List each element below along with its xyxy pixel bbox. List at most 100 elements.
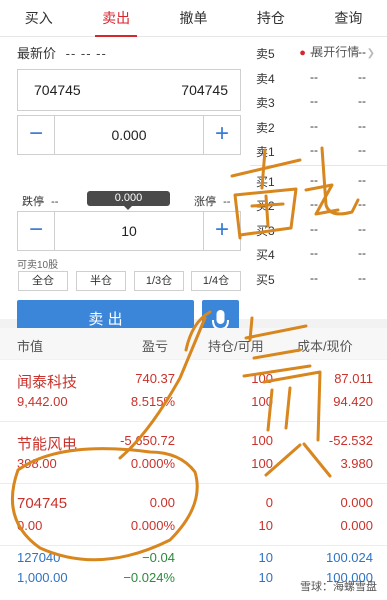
stock-code-input[interactable]: 704745 704745 — [17, 69, 241, 111]
header-position[interactable]: 持仓/可用 — [208, 336, 264, 355]
holding-pl-pct: −0.024% — [123, 570, 175, 585]
quote-row: 买2 -- -- — [250, 192, 387, 217]
header-cost-price[interactable]: 成本/现价 — [297, 336, 353, 355]
quote-volume: -- — [358, 94, 366, 108]
quantity-plus-button[interactable]: + — [203, 212, 240, 250]
quote-price: -- — [310, 197, 318, 211]
holding-position: 100 — [251, 433, 273, 448]
holding-pl-pct: 0.000% — [130, 518, 175, 533]
price-minus-button[interactable]: − — [18, 116, 55, 154]
price-input[interactable]: 0.000 — [55, 116, 203, 154]
sellable-text: 可卖10股 — [17, 260, 59, 271]
quantity-stepper: − 10 + — [17, 211, 241, 251]
quote-volume: -- — [358, 270, 366, 285]
holding-value: 398.00 — [17, 456, 57, 471]
third-position-button[interactable]: 1/3仓 — [134, 271, 184, 291]
holding-pl-pct: 0.000% — [130, 456, 175, 471]
quote-name: 买5 — [256, 272, 275, 287]
price-plus-button[interactable]: + — [203, 116, 240, 154]
holding-name: 闻泰科技 — [17, 374, 78, 391]
header-market-value[interactable]: 市值 — [17, 336, 43, 355]
holding-cost: 0.000 — [340, 495, 373, 510]
quote-price: -- — [310, 118, 318, 133]
holding-cost: -52.532 — [328, 433, 373, 448]
holding-price: 0.000 — [340, 518, 373, 533]
quantity-minus-button[interactable]: − — [18, 212, 55, 250]
holding-pl: 0.00 — [149, 495, 175, 510]
latest-price: 最新价 -- -- -- — [17, 43, 107, 62]
quote-divider — [250, 164, 387, 166]
holding-pl: −0.04 — [142, 550, 175, 565]
quote-row: 卖3 -- -- — [250, 89, 387, 114]
holding-name: 节能风电 — [17, 436, 78, 453]
quote-row: 买4 -- -- — [250, 241, 387, 266]
stock-code-right: 704745 — [181, 82, 228, 98]
quote-row: 买5 -- -- — [250, 266, 387, 291]
quarter-position-button[interactable]: 1/4仓 — [191, 271, 241, 291]
latest-price-value: -- -- -- — [65, 46, 107, 61]
holding-pl-pct: 8.515% — [130, 394, 175, 409]
tab-cancel[interactable]: 撤单 — [155, 0, 232, 36]
limit-up-value: -- — [223, 196, 231, 208]
holding-cost: 100.024 — [326, 550, 373, 565]
holding-cost: 87.011 — [334, 371, 373, 386]
limit-up: 涨停 -- — [194, 193, 230, 209]
quote-volume: -- — [358, 246, 366, 260]
quote-price: -- — [310, 221, 318, 236]
header-profit-loss[interactable]: 盈亏 — [142, 336, 168, 355]
quote-price: -- — [310, 94, 318, 108]
holding-value: 0.00 — [17, 518, 43, 533]
holding-available: 100 — [251, 456, 273, 471]
price-stepper: − 0.000 + — [17, 115, 241, 155]
limit-down: 跌停 -- — [22, 193, 58, 209]
holding-position: 100 — [251, 371, 273, 386]
quantity-input[interactable]: 10 — [55, 212, 203, 250]
holding-value: 9,442.00 — [17, 394, 68, 409]
holding-value: 1,000.00 — [17, 570, 68, 585]
quote-volume: -- — [358, 118, 366, 133]
stock-code-left: 704745 — [34, 82, 81, 98]
holding-row[interactable]: 闻泰科技 9,442.00 740.37 8.515% 100 100 87.0… — [0, 360, 387, 422]
holding-pl: 740.37 — [135, 371, 175, 386]
holding-row[interactable]: 节能风电 398.00 -5,650.72 0.000% 100 100 -52… — [0, 422, 387, 484]
full-position-button[interactable]: 全仓 — [18, 271, 68, 291]
tab-buy[interactable]: 买入 — [0, 0, 77, 36]
quote-price: -- — [310, 143, 318, 157]
quote-volume: -- — [358, 69, 366, 84]
holding-position: 0 — [265, 495, 273, 510]
limit-down-label: 跌停 — [22, 196, 44, 208]
price-tooltip: 0.000 — [87, 191, 170, 210]
holding-available: 100 — [251, 394, 273, 409]
quote-name: 买3 — [256, 223, 275, 238]
quote-name: 卖3 — [256, 96, 275, 110]
quote-volume: -- — [358, 221, 366, 236]
quote-name: 卖2 — [256, 120, 275, 135]
quote-price: -- — [310, 45, 318, 59]
watermark: 雪球：海螺雪盘 — [300, 581, 377, 593]
holdings-header: 市值 盈亏 持仓/可用 成本/现价 — [0, 328, 387, 359]
quote-volume: -- — [358, 143, 366, 157]
quote-row: 买3 -- -- — [250, 217, 387, 242]
quote-price: -- — [310, 69, 318, 84]
tab-positions[interactable]: 持仓 — [232, 0, 309, 36]
limit-down-value: -- — [51, 196, 59, 208]
quote-row: 买1 -- -- — [250, 168, 387, 193]
holding-pl: -5,650.72 — [120, 433, 175, 448]
holding-row[interactable]: 704745 0.00 0.00 0.000% 0 10 0.000 0.000 — [0, 484, 387, 546]
quote-name: 买2 — [256, 199, 275, 213]
holding-available: 10 — [258, 518, 273, 533]
quote-volume: -- — [358, 197, 366, 211]
holding-name: 127040 — [17, 550, 61, 565]
quote-volume: -- — [358, 172, 366, 187]
holding-price: 94.420 — [333, 394, 373, 409]
holding-price: 3.980 — [340, 456, 373, 471]
tab-bar: 买入 卖出 撤单 持仓 查询 — [0, 0, 387, 37]
quote-panel: 卖5 -- -- 卖4 -- -- 卖3 -- -- 卖2 -- -- 卖1 -- -- 买1 -- -… — [250, 40, 387, 290]
tab-query[interactable]: 查询 — [310, 0, 387, 36]
quote-name: 买4 — [256, 248, 275, 262]
quote-row: 卖1 -- -- — [250, 138, 387, 163]
quote-name: 卖4 — [256, 71, 275, 86]
half-position-button[interactable]: 半仓 — [76, 271, 126, 291]
quote-price: -- — [310, 270, 318, 285]
tab-sell[interactable]: 卖出 — [77, 0, 154, 37]
